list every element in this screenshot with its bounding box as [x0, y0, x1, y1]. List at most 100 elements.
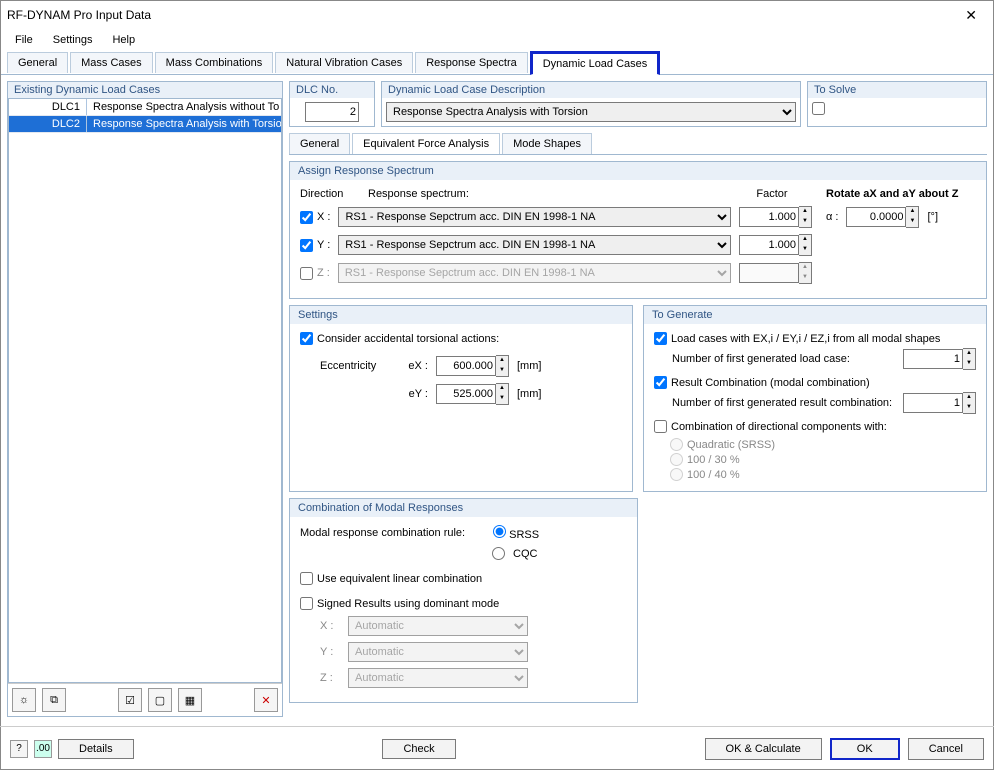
dlc-desc-title: Dynamic Load Case Description: [382, 82, 800, 98]
gen-loadcases-label: Load cases with EX,i / EY,i / EZ,i from …: [671, 333, 940, 345]
tab-general[interactable]: General: [7, 52, 68, 73]
rs-z-select: RS1 - Response Sepctrum acc. DIN EN 1998…: [338, 263, 731, 283]
ey-input[interactable]: [436, 384, 496, 404]
numfirst-input[interactable]: [903, 349, 963, 369]
tab-dynamic-load-cases[interactable]: Dynamic Load Cases: [530, 51, 661, 75]
dlc-row-1[interactable]: DLC1 Response Spectra Analysis without T…: [9, 99, 281, 116]
spin-up-icon[interactable]: ▲: [799, 207, 811, 217]
units-icon[interactable]: .00: [34, 740, 52, 758]
alpha-input[interactable]: [846, 207, 906, 227]
srss-radio[interactable]: [493, 525, 506, 538]
eccentricity-label: Eccentricity: [320, 360, 390, 372]
dlc-id: DLC1: [9, 99, 87, 115]
spin-down-icon[interactable]: ▼: [963, 359, 975, 369]
check-all-icon[interactable]: ☑: [118, 688, 142, 712]
alpha-label: α :: [826, 211, 838, 223]
srss-label: SRSS: [509, 529, 539, 541]
linear-checkbox[interactable]: [300, 572, 313, 585]
r30-radio: [670, 453, 683, 466]
menu-help[interactable]: Help: [104, 32, 143, 48]
sx-select: Automatic: [348, 616, 528, 636]
numresult-label: Number of first generated result combina…: [672, 397, 892, 409]
y-checkbox[interactable]: [300, 239, 313, 252]
factor-x-input[interactable]: [739, 207, 799, 227]
dlc-desc-select[interactable]: Response Spectra Analysis with Torsion: [386, 102, 796, 122]
ok-button[interactable]: OK: [830, 738, 900, 760]
cqc-radio[interactable]: [492, 547, 505, 560]
spin-down-icon: ▼: [799, 273, 811, 283]
factor-label: Factor: [732, 188, 812, 200]
spin-up-icon[interactable]: ▲: [906, 207, 918, 217]
tab-natural-vibration[interactable]: Natural Vibration Cases: [275, 52, 413, 73]
to-generate-title: To Generate: [644, 306, 986, 324]
rule-label: Modal response combination rule:: [300, 527, 465, 539]
spin-up-icon[interactable]: ▲: [963, 349, 975, 359]
dlc-row-2[interactable]: DLC2 Response Spectra Analysis with Tors…: [9, 116, 281, 133]
subtab-mode-shapes[interactable]: Mode Shapes: [502, 133, 592, 154]
rotate-label: Rotate aX and aY about Z: [826, 188, 976, 200]
cancel-button[interactable]: Cancel: [908, 738, 984, 760]
quad-label: Quadratic (SRSS): [687, 439, 775, 451]
signed-checkbox[interactable]: [300, 597, 313, 610]
numfirst-label: Number of first generated load case:: [672, 353, 850, 365]
to-solve-title: To Solve: [808, 82, 986, 98]
torsion-checkbox[interactable]: [300, 332, 313, 345]
spin-up-icon[interactable]: ▲: [963, 393, 975, 403]
quad-radio: [670, 438, 683, 451]
tab-mass-cases[interactable]: Mass Cases: [70, 52, 153, 73]
z-label: Z :: [317, 267, 330, 279]
factor-y-input[interactable]: [739, 235, 799, 255]
factor-z-input: [739, 263, 799, 283]
signed-label: Signed Results using dominant mode: [317, 598, 499, 610]
copy-icon[interactable]: ⧉: [42, 688, 66, 712]
rs-x-select[interactable]: RS1 - Response Sepctrum acc. DIN EN 1998…: [338, 207, 731, 227]
spin-up-icon[interactable]: ▲: [799, 235, 811, 245]
linear-label: Use equivalent linear combination: [317, 573, 482, 585]
spin-down-icon[interactable]: ▼: [906, 217, 918, 227]
z-checkbox[interactable]: [300, 267, 313, 280]
spin-down-icon[interactable]: ▼: [799, 217, 811, 227]
spin-down-icon[interactable]: ▼: [963, 403, 975, 413]
x-checkbox[interactable]: [300, 211, 313, 224]
dircomb-checkbox[interactable]: [654, 420, 667, 433]
uncheck-all-icon[interactable]: ▢: [148, 688, 172, 712]
rs-y-select[interactable]: RS1 - Response Sepctrum acc. DIN EN 1998…: [338, 235, 731, 255]
spin-down-icon[interactable]: ▼: [496, 394, 508, 404]
ok-calculate-button[interactable]: OK & Calculate: [705, 738, 822, 760]
spin-up-icon[interactable]: ▲: [496, 384, 508, 394]
r40-label: 100 / 40 %: [687, 469, 740, 481]
spin-down-icon[interactable]: ▼: [496, 366, 508, 376]
tab-response-spectra[interactable]: Response Spectra: [415, 52, 528, 73]
subtab-efa[interactable]: Equivalent Force Analysis: [352, 133, 500, 154]
dlc-no-title: DLC No.: [290, 82, 374, 98]
ey-label: eY :: [398, 388, 428, 400]
new-icon[interactable]: ☼: [12, 688, 36, 712]
delete-icon[interactable]: ✕: [254, 688, 278, 712]
torsion-label: Consider accidental torsional actions:: [317, 333, 499, 345]
spin-up-icon[interactable]: ▲: [496, 356, 508, 366]
gen-loadcases-checkbox[interactable]: [654, 332, 667, 345]
r40-radio: [670, 468, 683, 481]
details-button[interactable]: Details: [58, 739, 134, 759]
ex-input[interactable]: [436, 356, 496, 376]
dlc-id: DLC2: [9, 116, 87, 132]
help-icon[interactable]: ?: [10, 740, 28, 758]
sort-icon[interactable]: ▦: [178, 688, 202, 712]
sy-select: Automatic: [348, 642, 528, 662]
window-title: RF-DYNAM Pro Input Data: [7, 8, 151, 22]
close-icon[interactable]: ✕: [955, 5, 987, 26]
menu-settings[interactable]: Settings: [45, 32, 101, 48]
spin-down-icon[interactable]: ▼: [799, 245, 811, 255]
subtab-general[interactable]: General: [289, 133, 350, 154]
ex-label: eX :: [398, 360, 428, 372]
direction-label: Direction: [300, 188, 360, 200]
check-button[interactable]: Check: [382, 739, 455, 759]
x-label: X :: [317, 211, 330, 223]
tab-mass-combinations[interactable]: Mass Combinations: [155, 52, 274, 73]
to-solve-checkbox[interactable]: [812, 102, 825, 115]
numresult-input[interactable]: [903, 393, 963, 413]
menu-file[interactable]: File: [7, 32, 41, 48]
result-comb-checkbox[interactable]: [654, 376, 667, 389]
sz-label: Z :: [320, 672, 340, 684]
dlc-no-input[interactable]: [305, 102, 359, 122]
